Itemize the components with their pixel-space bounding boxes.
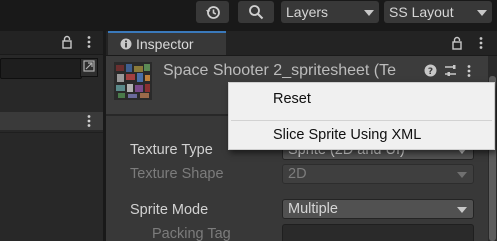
search-icon	[248, 4, 264, 20]
lock-icon[interactable]	[451, 36, 463, 55]
texture-shape-label: Texture Shape	[130, 166, 224, 182]
chevron-down-icon	[364, 10, 374, 16]
hierarchy-panel	[0, 31, 103, 241]
layout-dropdown-label: SS Layout	[389, 4, 454, 20]
texture-shape-value: 2D	[288, 166, 307, 182]
main-toolbar: Layers SS Layout	[0, 0, 497, 29]
hierarchy-tab-bar	[0, 31, 103, 55]
info-icon	[120, 38, 132, 50]
preset-icon[interactable]	[444, 64, 457, 82]
context-menu: Reset Slice Sprite Using XML	[228, 82, 495, 150]
menu-item-reset[interactable]: Reset	[273, 91, 311, 107]
unity-editor-window: Layers SS Layout Inspector Space Shooter…	[0, 0, 497, 241]
asset-title: Space Shooter 2_spritesheet (Te	[163, 62, 397, 79]
svg-text:?: ?	[428, 67, 433, 77]
divider	[0, 132, 103, 133]
packing-tag-input	[282, 224, 474, 241]
object-picker-button[interactable]	[80, 58, 98, 77]
menu-item-slice-sprite-using-xml[interactable]: Slice Sprite Using XML	[273, 127, 421, 143]
undo-history-button[interactable]	[196, 1, 229, 23]
search-button[interactable]	[238, 1, 274, 23]
kebab-menu-icon[interactable]	[86, 114, 92, 133]
kebab-menu-icon[interactable]	[86, 35, 92, 54]
packing-tag-label: Packing Tag	[152, 226, 231, 241]
sprite-mode-label: Sprite Mode	[130, 202, 209, 218]
texture-shape-dropdown: 2D	[282, 164, 474, 184]
tab-inspector-label: Inspector	[136, 36, 194, 52]
texture-type-label: Texture Type	[130, 142, 213, 158]
sprite-mode-dropdown[interactable]: Multiple	[282, 199, 474, 219]
menu-separator	[231, 120, 492, 121]
hierarchy-search-input[interactable]	[0, 58, 82, 79]
chevron-down-icon	[457, 207, 467, 213]
kebab-menu-icon[interactable]	[466, 64, 472, 83]
layout-dropdown[interactable]: SS Layout	[384, 1, 492, 23]
lock-icon[interactable]	[61, 35, 73, 54]
chevron-down-icon	[477, 10, 487, 16]
sprite-mode-value: Multiple	[288, 201, 338, 217]
hierarchy-selected-row[interactable]	[0, 112, 103, 130]
layers-dropdown-label: Layers	[286, 4, 329, 20]
history-icon	[205, 4, 221, 20]
layers-dropdown[interactable]: Layers	[281, 1, 379, 23]
tab-inspector[interactable]: Inspector	[108, 31, 226, 55]
chevron-down-icon	[457, 172, 467, 178]
sprite-thumbnail	[114, 62, 152, 100]
help-icon[interactable]: ?	[424, 64, 437, 82]
inspector-tab-bar: Inspector	[106, 31, 497, 56]
object-picker-icon	[83, 59, 95, 77]
kebab-menu-icon[interactable]	[478, 36, 484, 55]
